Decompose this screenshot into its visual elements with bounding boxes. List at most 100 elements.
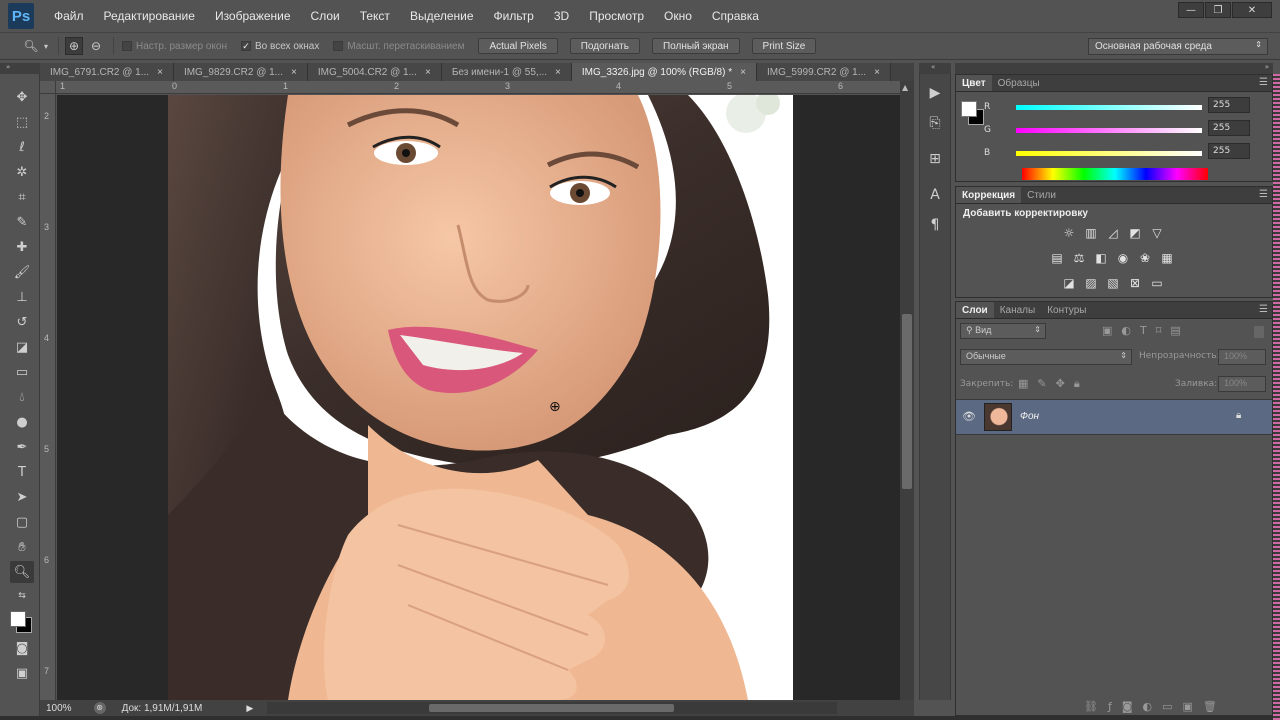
shape-tool-icon[interactable]: ▢ [10, 511, 34, 533]
menu-filter[interactable]: Фильтр [484, 9, 544, 23]
slider-track[interactable] [1016, 150, 1202, 156]
tab-color[interactable]: Цвет [956, 75, 992, 91]
close-icon[interactable]: × [157, 67, 163, 78]
history-icon[interactable]: ⎘ [923, 112, 947, 134]
maximize-button[interactable]: ❐ [1205, 2, 1231, 18]
quick-select-tool-icon[interactable]: ✲ [10, 161, 34, 183]
levels-icon[interactable]: ▥ [1082, 225, 1100, 241]
menu-file[interactable]: Файл [44, 9, 94, 23]
panel-menu-icon[interactable]: ☰ [1259, 189, 1268, 200]
workspace-select[interactable]: Основная рабочая среда ⇕ [1088, 38, 1268, 55]
menu-help[interactable]: Справка [702, 9, 769, 23]
tab-img-5004[interactable]: IMG_5004.CR2 @ 1... × [307, 63, 442, 81]
actual-pixels-button[interactable]: Actual Pixels [478, 38, 558, 54]
menu-select[interactable]: Выделение [400, 9, 484, 23]
fit-screen-button[interactable]: Подогнать [569, 38, 640, 54]
vertical-scrollbar[interactable]: ▲ [900, 81, 914, 700]
menu-image[interactable]: Изображение [205, 9, 301, 23]
curves-icon[interactable]: ◿ [1104, 225, 1122, 241]
posterize-icon[interactable]: ▨ [1082, 275, 1100, 291]
scrollbar-thumb[interactable] [902, 314, 912, 489]
horizontal-scrollbar[interactable] [267, 702, 838, 714]
healing-brush-tool-icon[interactable]: ✚ [10, 236, 34, 258]
channel-mixer-icon[interactable]: ❀ [1136, 250, 1154, 266]
gradient-tool-icon[interactable]: ▭ [10, 361, 34, 383]
panels-collapse-icon[interactable]: » [955, 63, 1273, 74]
photo-filter-icon[interactable]: ◉ [1114, 250, 1132, 266]
color-balance-icon[interactable]: ⚖ [1070, 250, 1088, 266]
layer-name[interactable]: Фон [1020, 411, 1039, 422]
menu-view[interactable]: Просмотр [579, 9, 654, 23]
fill-screen-button[interactable]: Полный экран [651, 38, 740, 54]
swap-colors-icon[interactable]: ⇆ [10, 586, 34, 606]
close-icon[interactable]: × [740, 67, 746, 78]
foreground-color-swatch[interactable] [10, 611, 26, 627]
chevron-down-icon[interactable]: ▾ [40, 37, 52, 55]
close-icon[interactable]: × [555, 67, 561, 78]
eraser-tool-icon[interactable]: ◪ [10, 336, 34, 358]
paragraph-icon[interactable]: ¶ [923, 214, 947, 236]
resize-windows-checkbox[interactable]: Настр. размер окон [122, 41, 227, 52]
layer-filter-icons[interactable]: ▣◐T⌑▤ [1102, 324, 1190, 337]
zoom-out-icon[interactable]: ⊖ [87, 37, 105, 55]
quick-mask-icon[interactable]: ◙ [10, 637, 34, 659]
threshold-icon[interactable]: ▧ [1104, 275, 1122, 291]
screen-mode-icon[interactable]: ▣ [10, 662, 34, 684]
eyedropper-tool-icon[interactable]: ✎ [10, 211, 34, 233]
hand-tool-icon[interactable]: ✋︎ [10, 536, 34, 558]
status-menu-arrow-icon[interactable]: ▶ [246, 703, 253, 714]
vibrance-icon[interactable]: ▽ [1148, 225, 1166, 241]
menu-edit[interactable]: Редактирование [94, 9, 205, 23]
black-white-icon[interactable]: ◧ [1092, 250, 1110, 266]
scroll-up-icon[interactable]: ▲ [902, 83, 908, 92]
scrubby-zoom-checkbox[interactable]: Масшт. перетаскиванием [333, 41, 464, 52]
blue-slider[interactable]: B 255 [984, 143, 1250, 160]
hue-saturation-icon[interactable]: ▤ [1048, 250, 1066, 266]
layer-filter-select[interactable]: ⚲ Вид ⇕ [960, 323, 1046, 339]
layers-bottom-icons[interactable]: ⛓ƒ◙◐▭▣🗑︎ [1084, 700, 1227, 713]
slider-track[interactable] [1016, 104, 1202, 110]
exposure-icon[interactable]: ◩ [1126, 225, 1144, 241]
opacity-field[interactable]: 100% [1218, 349, 1266, 365]
close-icon[interactable]: × [291, 67, 297, 78]
panel-menu-icon[interactable]: ☰ [1259, 77, 1268, 88]
dodge-tool-icon[interactable]: ● [10, 411, 34, 433]
tab-layers[interactable]: Слои [956, 302, 994, 318]
tab-channels[interactable]: Каналы [994, 302, 1042, 318]
status-options-icon[interactable]: ⊛ [93, 702, 106, 714]
toolbar-collapse-icon[interactable]: » [0, 63, 40, 74]
move-tool-icon[interactable]: ✥ [10, 86, 34, 108]
type-tool-icon[interactable]: T [10, 461, 34, 483]
tab-swatches[interactable]: Образцы [992, 75, 1046, 91]
color-lookup-icon[interactable]: ▦ [1158, 250, 1176, 266]
blue-value-field[interactable]: 255 [1208, 143, 1250, 159]
tab-img-9829[interactable]: IMG_9829.CR2 @ 1... × [173, 63, 308, 81]
close-window-button[interactable]: ✕ [1232, 2, 1272, 18]
slider-track[interactable] [1016, 127, 1202, 133]
clone-stamp-tool-icon[interactable]: ⊥ [10, 286, 34, 308]
crop-tool-icon[interactable]: ⌗ [10, 186, 34, 208]
tab-img-3326[interactable]: IMG_3326.jpg @ 100% (RGB/8) * × [571, 63, 757, 81]
foreground-color-swatch[interactable] [961, 101, 977, 117]
zoom-level[interactable]: 100% [46, 703, 72, 714]
zoom-in-icon[interactable]: ⊕ [65, 37, 83, 55]
menu-window[interactable]: Окно [654, 9, 702, 23]
red-slider[interactable]: R 255 [984, 97, 1250, 114]
brush-tool-icon[interactable]: 🖌︎ [10, 261, 34, 283]
lasso-tool-icon[interactable]: ℓ [10, 136, 34, 158]
ruler-corner[interactable] [40, 81, 56, 94]
menu-3d[interactable]: 3D [544, 9, 579, 23]
lock-icons[interactable]: ▦✎✥🔒︎ [1018, 377, 1089, 391]
character-icon[interactable]: A [923, 184, 947, 206]
close-icon[interactable]: × [874, 67, 880, 78]
menu-layers[interactable]: Слои [301, 9, 350, 23]
document-image[interactable] [168, 95, 793, 700]
layer-row-background[interactable]: 👁︎ Фон 🔒︎ [956, 399, 1272, 435]
blur-tool-icon[interactable]: 💧︎ [10, 386, 34, 408]
scrollbar-thumb[interactable] [429, 704, 675, 712]
tab-img-5999[interactable]: IMG_5999.CR2 @ 1... × [756, 63, 891, 81]
tab-untitled-1[interactable]: Без имени-1 @ 55,... × [441, 63, 572, 81]
menu-type[interactable]: Текст [350, 9, 400, 23]
tab-styles[interactable]: Стили [1021, 187, 1062, 203]
tab-adjustments[interactable]: Коррекция [956, 187, 1022, 203]
